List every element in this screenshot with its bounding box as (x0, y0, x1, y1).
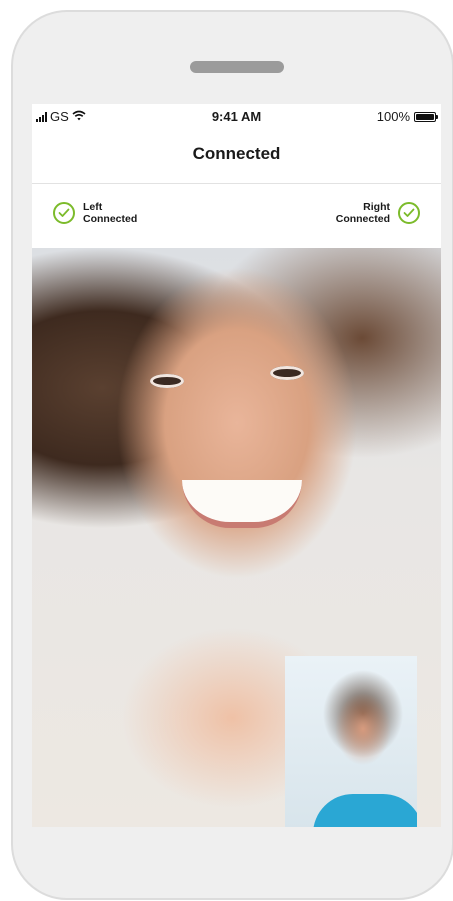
check-circle-icon (53, 202, 75, 224)
self-view-video[interactable] (285, 656, 417, 827)
remote-video (32, 248, 441, 827)
status-bar: GS 9:41 AM 100% (32, 104, 441, 128)
battery-percent: 100% (376, 109, 410, 124)
phone-speaker (190, 61, 284, 73)
app-screen: GS 9:41 AM 100% Connected Left Connected… (32, 104, 441, 827)
right-status-label: Connected (335, 213, 390, 225)
left-status-label: Connected (83, 213, 138, 225)
left-hearing-aid-status: Left Connected (53, 201, 137, 225)
check-circle-icon (398, 202, 420, 224)
left-side-label: Left (83, 201, 103, 213)
remote-video-smile (182, 480, 302, 528)
right-side-label: Right (363, 201, 390, 213)
status-right: 100% (376, 109, 438, 124)
right-status-text: Right Connected (336, 201, 390, 225)
right-hearing-aid-status: Right Connected (336, 201, 420, 225)
page-title: Connected (192, 144, 281, 163)
battery-icon (414, 111, 438, 122)
left-status-text: Left Connected (83, 201, 137, 225)
remote-video-eye-right (270, 366, 304, 380)
header-divider (32, 183, 441, 184)
remote-video-eye-left (150, 374, 184, 388)
self-view-shirt (313, 794, 417, 827)
